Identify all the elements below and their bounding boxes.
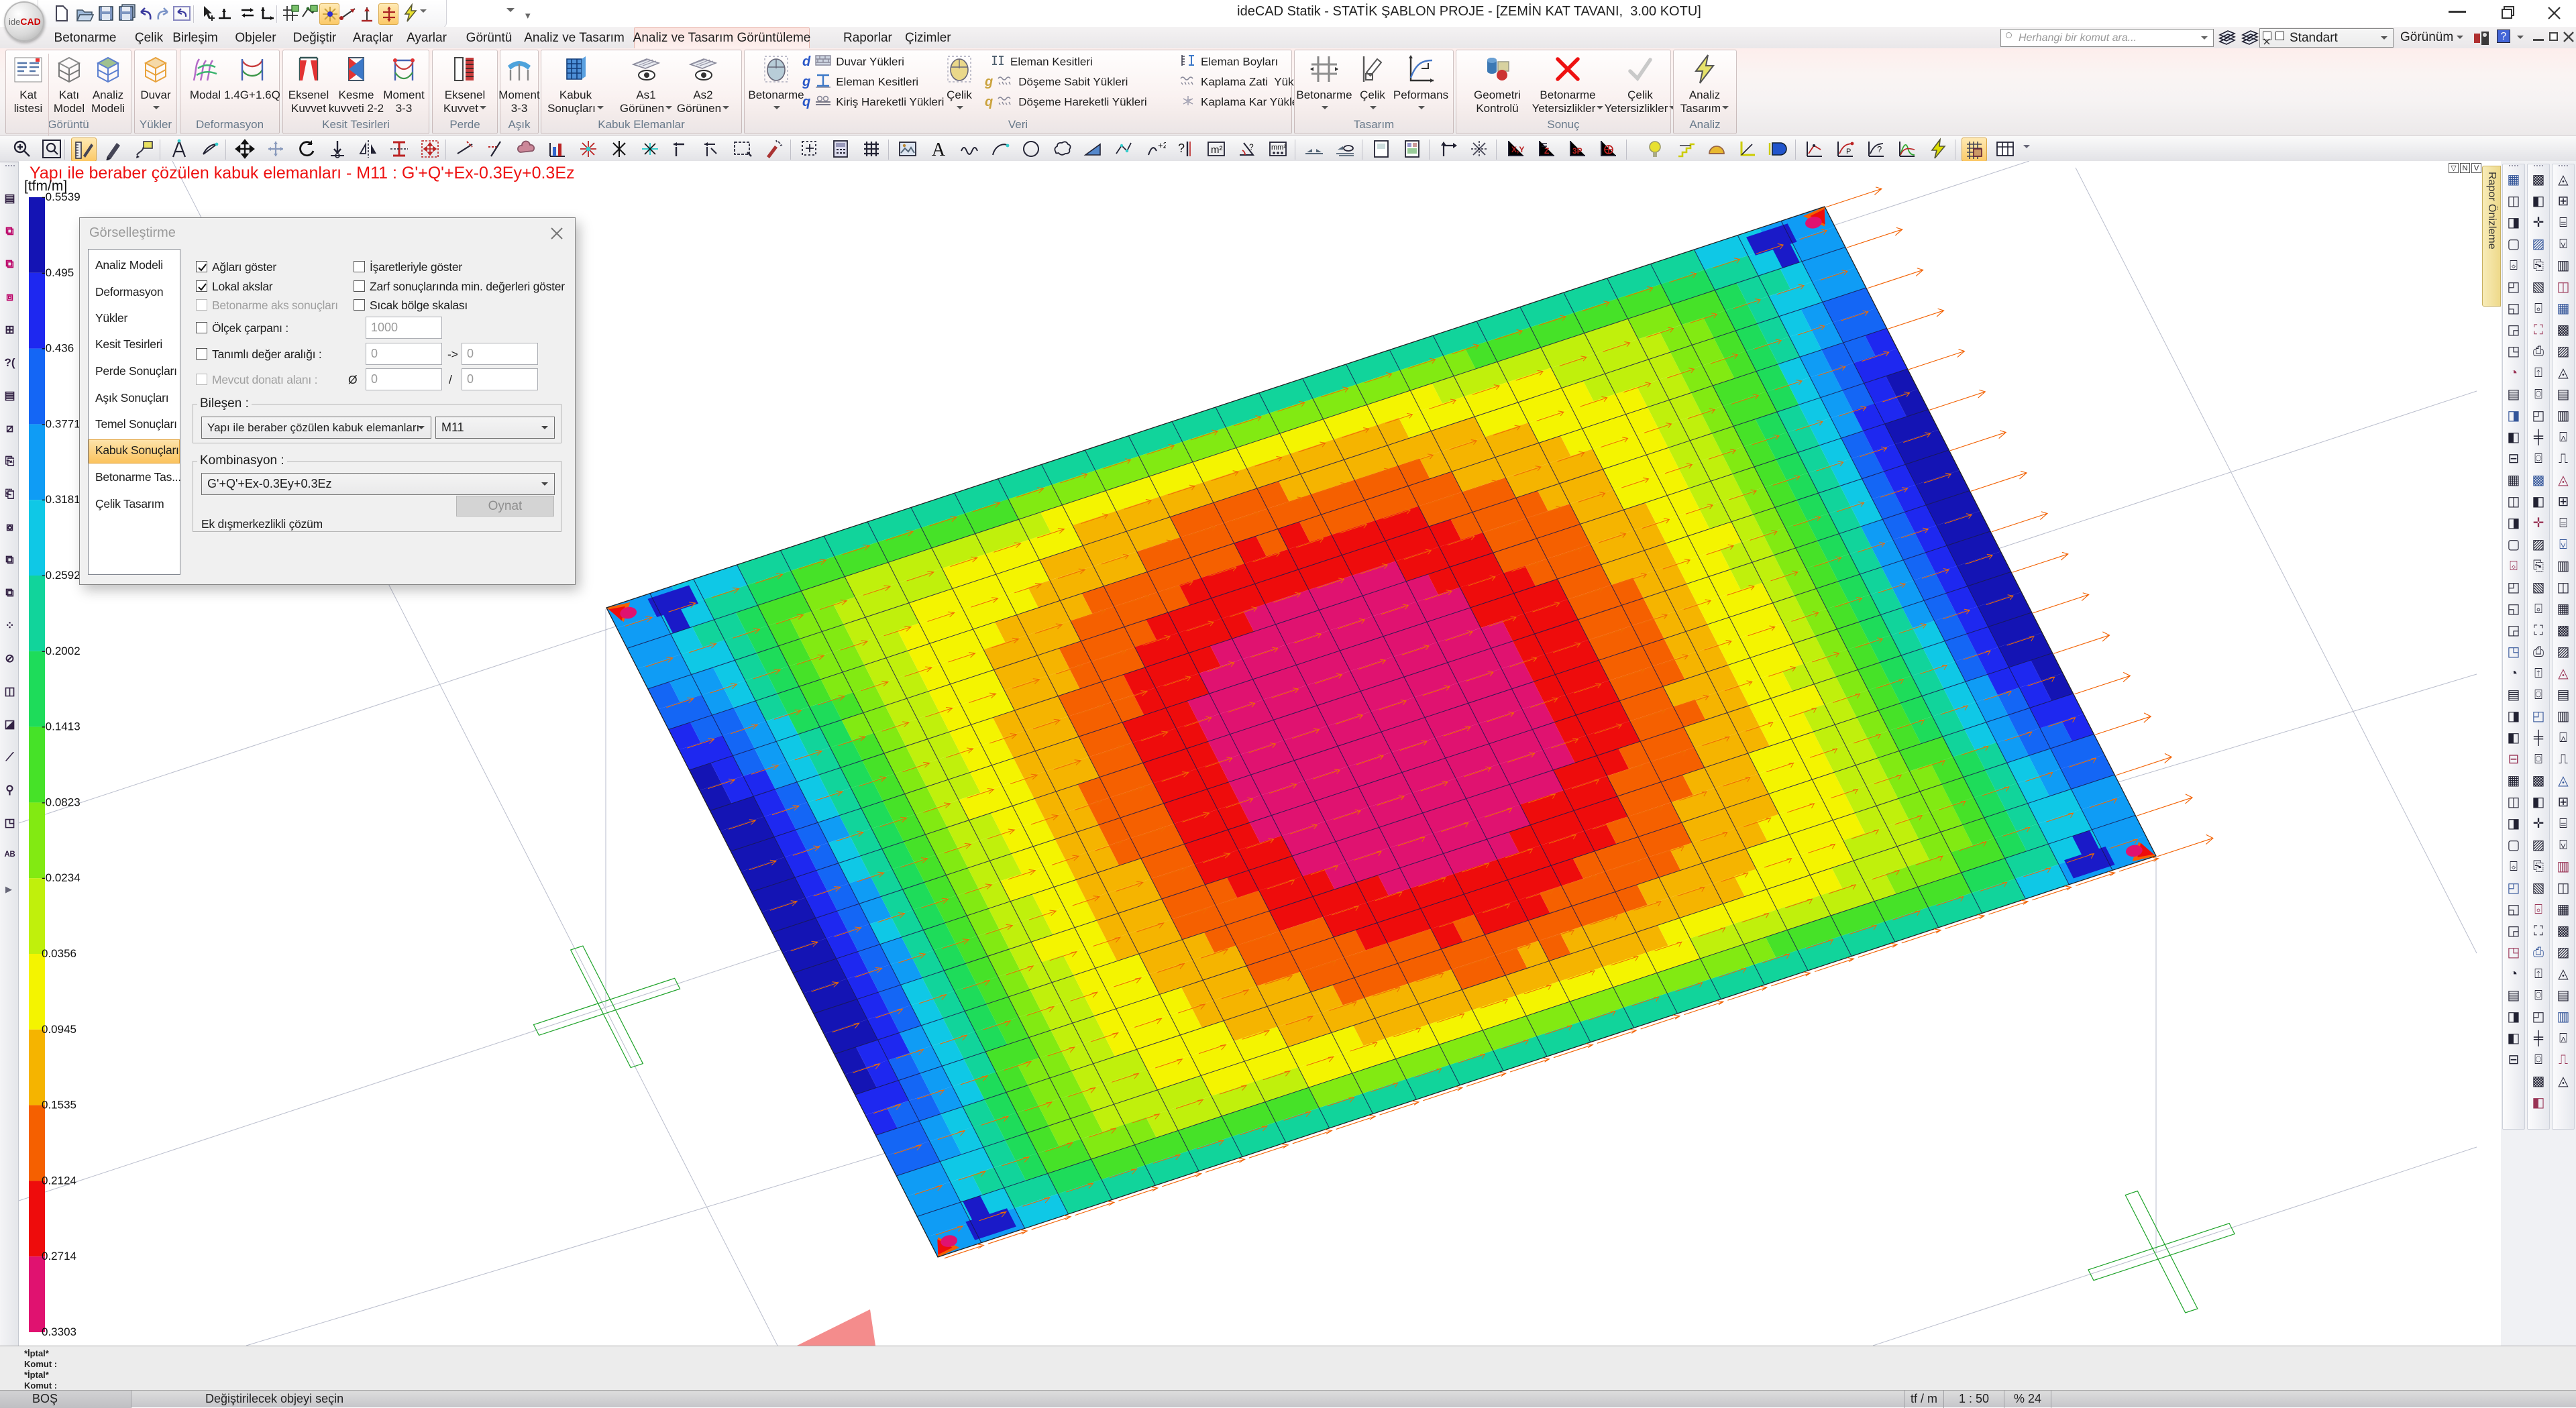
- svg-text:+2: +2: [1158, 140, 1166, 150]
- svg-text:?: ?: [1249, 142, 1254, 152]
- svg-text:-0.495: -0.495: [42, 266, 74, 279]
- svg-text:3P: 3P: [1572, 146, 1582, 156]
- svg-text:-0.5539: -0.5539: [42, 191, 80, 203]
- svg-text:0.2124: 0.2124: [42, 1174, 76, 1187]
- svg-text:?: ?: [1178, 142, 1185, 155]
- svg-text:Z: Z: [1544, 146, 1549, 156]
- svg-text:-0.3771: -0.3771: [42, 417, 80, 430]
- svg-text:-0.0234: -0.0234: [42, 871, 80, 884]
- svg-text:Yapı ile beraber çözülen kabuk: Yapı ile beraber çözülen kabuk elemanlar…: [30, 164, 575, 182]
- svg-text:0.1535: 0.1535: [42, 1099, 76, 1112]
- svg-text:?: ?: [1877, 144, 1882, 154]
- svg-text:0.0356: 0.0356: [42, 947, 76, 960]
- svg-text:mm²: mm²: [1271, 144, 1286, 152]
- svg-text:A: A: [932, 140, 946, 160]
- svg-text:X,Y: X,Y: [1511, 145, 1524, 154]
- svg-text:P: P: [1846, 148, 1851, 156]
- svg-text:0.2714: 0.2714: [42, 1250, 76, 1262]
- svg-text:0.0945: 0.0945: [42, 1023, 76, 1036]
- svg-text:-0.3181: -0.3181: [42, 493, 80, 506]
- svg-text:-0.2592: -0.2592: [42, 569, 80, 582]
- svg-text:-0.0823: -0.0823: [42, 796, 80, 808]
- svg-text:m²: m²: [1211, 144, 1223, 156]
- svg-text:0.3303: 0.3303: [42, 1325, 76, 1338]
- svg-text:-0.436: -0.436: [42, 342, 74, 355]
- svg-text:-0.2002: -0.2002: [42, 645, 80, 657]
- svg-text:-0.1413: -0.1413: [42, 720, 80, 733]
